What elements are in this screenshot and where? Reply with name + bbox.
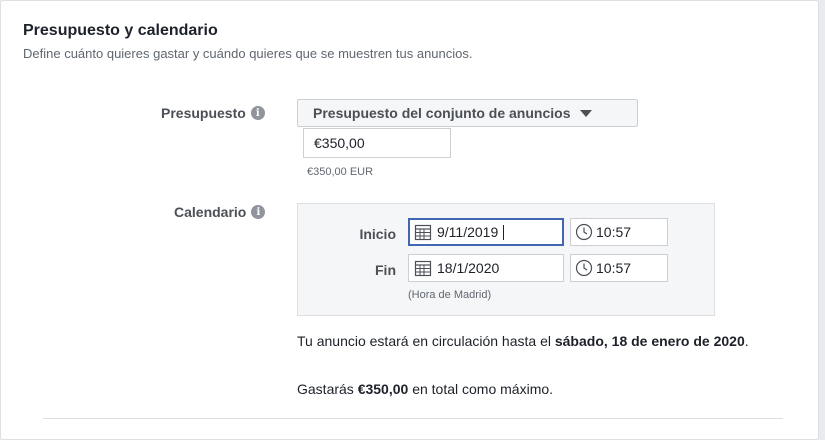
spend-summary-prefix: Gastarás <box>297 381 358 397</box>
caret-down-icon <box>580 109 593 117</box>
schedule-label: Calendario <box>174 204 247 220</box>
budget-label: Presupuesto <box>161 105 246 121</box>
timezone-note: (Hora de Madrid) <box>408 289 492 301</box>
info-icon[interactable]: i <box>251 205 266 219</box>
budget-type-label: Presupuesto del conjunto de anuncios <box>313 105 571 121</box>
end-time-input[interactable]: 10:57 <box>570 254 668 282</box>
spend-summary: Gastarás €350,00 en total como máximo. <box>297 379 553 399</box>
clock-icon <box>575 259 593 277</box>
info-icon[interactable]: i <box>250 106 265 120</box>
run-summary-date: sábado, 18 de enero de 2020 <box>554 333 745 349</box>
spend-summary-amount: €350,00 <box>357 381 409 397</box>
budget-label-row: Presupuesto i <box>161 105 265 121</box>
start-date-value: 9/11/2019 <box>437 224 499 240</box>
schedule-label-row: Calendario i <box>174 204 266 220</box>
start-label: Inicio <box>359 226 396 242</box>
section-subtitle: Define cuánto quieres gastar y cuándo qu… <box>23 46 473 61</box>
run-summary: Tu anuncio estará en circulación hasta e… <box>297 331 777 351</box>
section-title: Presupuesto y calendario <box>23 22 218 39</box>
section-divider <box>43 418 783 419</box>
start-time-input[interactable]: 10:57 <box>570 218 668 246</box>
budget-type-dropdown[interactable]: Presupuesto del conjunto de anuncios <box>297 99 638 127</box>
calendar-icon <box>414 260 432 277</box>
clock-icon <box>575 223 593 241</box>
budget-amount-note: €350,00 EUR <box>307 166 374 178</box>
start-date-input[interactable]: 9/11/2019 <box>408 218 564 246</box>
budget-amount-value: €350,00 <box>314 135 365 151</box>
budget-schedule-panel: Presupuesto y calendario Define cuánto q… <box>0 0 819 440</box>
schedule-box: Inicio 9/11/2019 10:57 Fin 18/1/2020 10:… <box>297 203 715 316</box>
end-date-input[interactable]: 18/1/2020 <box>408 254 564 282</box>
end-time-value: 10:57 <box>596 260 632 276</box>
end-label: Fin <box>375 262 396 278</box>
start-time-value: 10:57 <box>596 224 632 240</box>
budget-amount-input[interactable]: €350,00 <box>303 128 451 158</box>
text-cursor <box>503 224 505 240</box>
calendar-icon <box>414 224 432 241</box>
end-date-value: 18/1/2020 <box>437 260 500 276</box>
run-summary-suffix: . <box>744 333 749 349</box>
run-summary-prefix: Tu anuncio estará en circulación hasta e… <box>297 333 555 349</box>
spend-summary-suffix: en total como máximo. <box>408 381 554 397</box>
